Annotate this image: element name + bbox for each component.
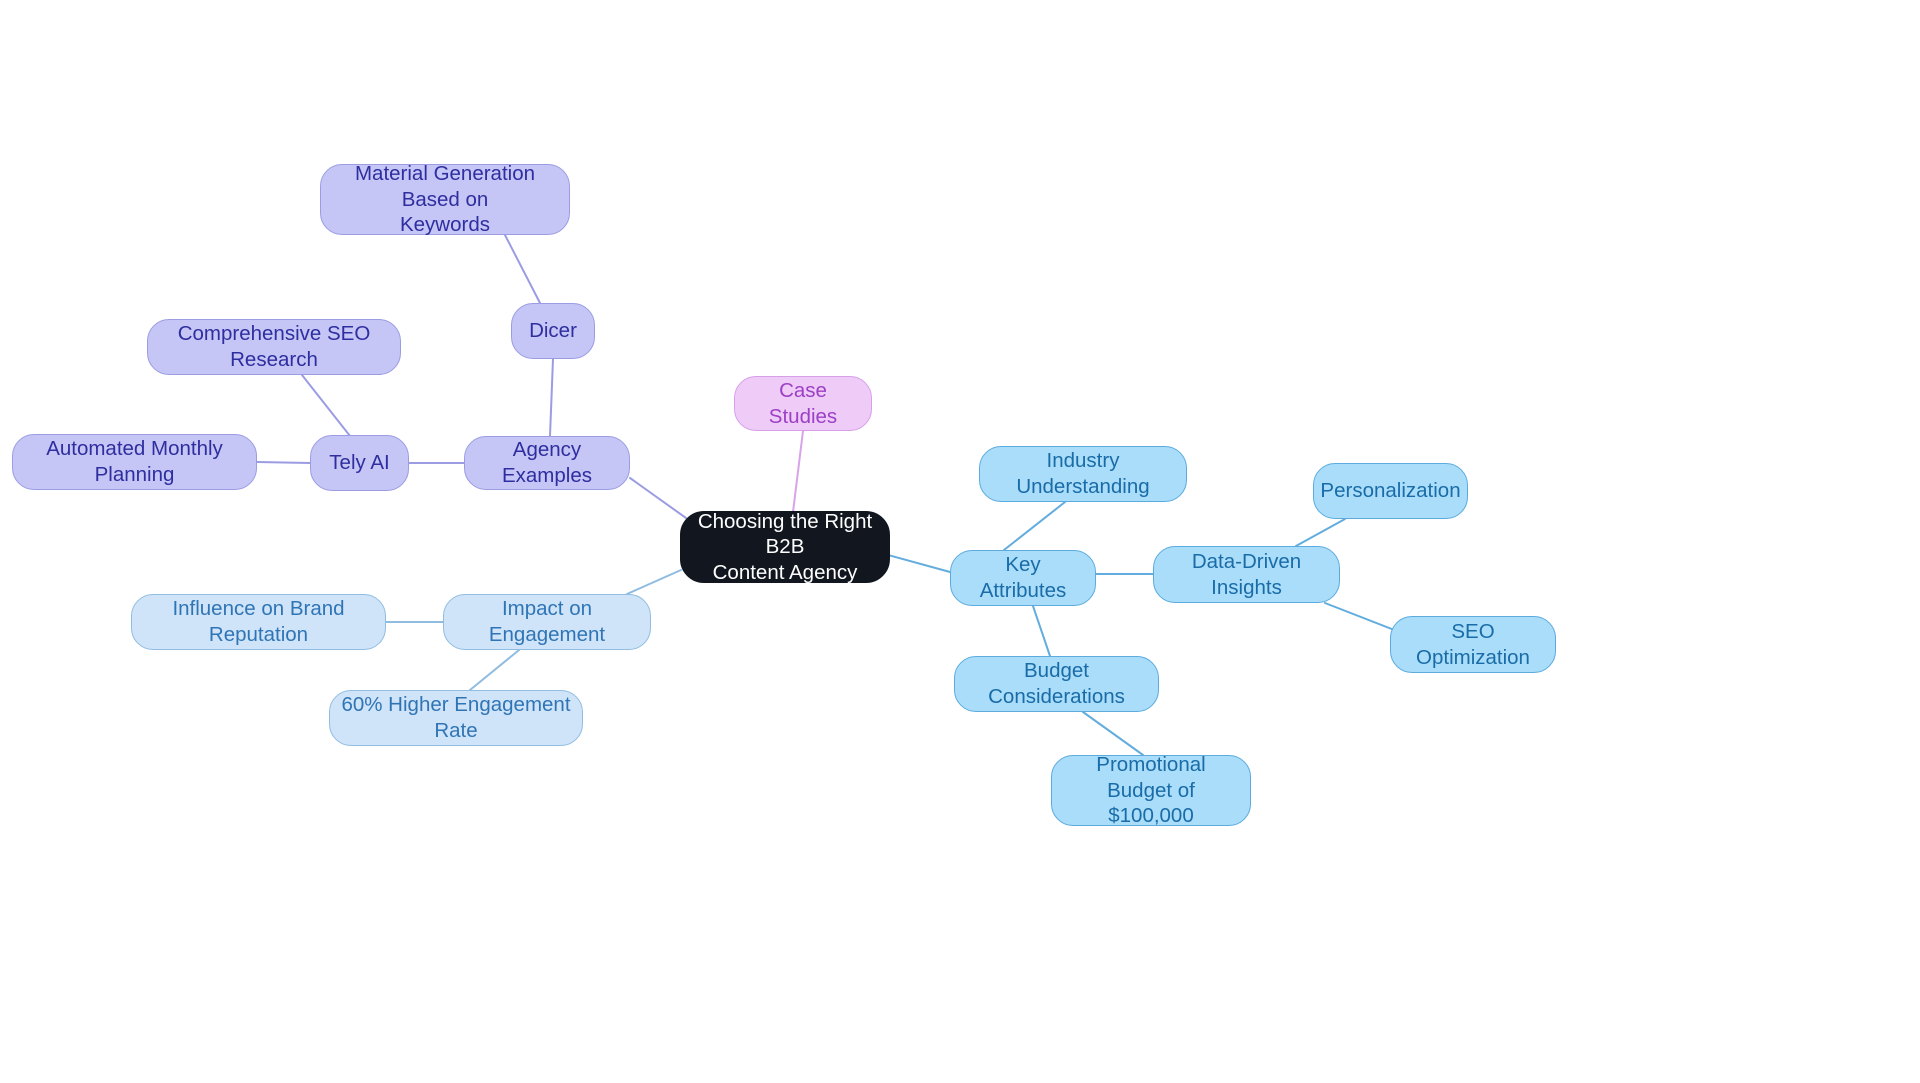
edge-root-to-impact_on_engagement — [626, 569, 682, 595]
mindmap-node-data_driven_insights[interactable]: Data-Driven Insights — [1153, 546, 1340, 603]
mindmap-node-material_generation[interactable]: Material Generation Based on Keywords — [320, 162, 570, 236]
mindmap-node-case_studies[interactable]: Case Studies — [734, 376, 872, 431]
edge-key_attributes-to-industry_understanding — [1003, 501, 1066, 551]
edge-key_attributes-to-budget_considerations — [1032, 605, 1051, 657]
mindmap-node-budget_considerations[interactable]: Budget Considerations — [954, 656, 1159, 712]
edge-data_driven_insights-to-personalization — [1295, 518, 1346, 547]
edge-dicer-to-material_generation — [504, 234, 541, 304]
edge-root-to-agency_examples — [629, 477, 687, 519]
mindmap-node-tely_ai[interactable]: Tely AI — [310, 435, 409, 491]
mindmap-node-comprehensive_seo_research[interactable]: Comprehensive SEO Research — [147, 319, 401, 375]
mindmap-node-automated_monthly_planning[interactable]: Automated Monthly Planning — [12, 434, 257, 490]
mindmap-node-promotional_budget[interactable]: Promotional Budget of $100,000 — [1051, 753, 1251, 827]
mindmap-canvas: Choosing the Right B2B Content Agency Age… — [0, 0, 1920, 1083]
edge-impact_on_engagement-to-engagement_rate — [469, 649, 520, 691]
mindmap-node-root[interactable]: Choosing the Right B2B Content Agency — [680, 510, 890, 584]
edge-layer — [256, 234, 1421, 756]
mindmap-node-agency_examples[interactable]: Agency Examples — [464, 436, 630, 490]
edge-root-to-key_attributes — [887, 554, 951, 573]
edge-tely_ai-to-comprehensive_seo_research — [301, 374, 351, 437]
mindmap-node-personalization[interactable]: Personalization — [1313, 463, 1468, 519]
mindmap-node-engagement_rate[interactable]: 60% Higher Engagement Rate — [329, 690, 583, 746]
mindmap-node-impact_on_engagement[interactable]: Impact on Engagement — [443, 594, 651, 650]
edge-root-to-case_studies — [792, 430, 804, 513]
mindmap-node-influence_brand_reputation[interactable]: Influence on Brand Reputation — [131, 594, 386, 650]
mindmap-node-industry_understanding[interactable]: Industry Understanding — [979, 446, 1187, 502]
mindmap-node-seo_optimization[interactable]: SEO Optimization — [1390, 616, 1556, 673]
edge-tely_ai-to-automated_monthly_planning — [256, 461, 311, 464]
edge-budget_considerations-to-promotional_budget — [1082, 711, 1144, 756]
mindmap-node-dicer[interactable]: Dicer — [511, 303, 595, 359]
mindmap-node-key_attributes[interactable]: Key Attributes — [950, 550, 1096, 606]
edge-agency_examples-to-dicer — [549, 358, 554, 437]
